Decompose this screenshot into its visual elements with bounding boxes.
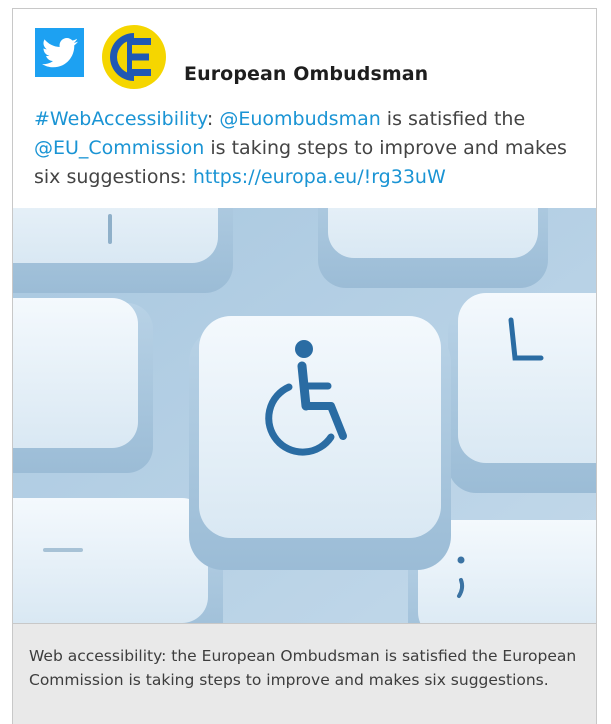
tweet-text-part1: is satisfied the [380,108,526,130]
caption-text: Web accessibility: the European Ombudsma… [29,647,577,689]
keyboard-key-l [448,293,596,493]
account-name[interactable]: European Ombudsman [184,63,428,85]
tweet-text: #WebAccessibility: @Euombudsman is satis… [34,105,584,192]
keyboard-key-accessibility [189,316,451,570]
european-ombudsman-logo[interactable] [101,24,167,90]
hashtag-link[interactable]: #WebAccessibility [34,108,207,130]
link-preview-caption[interactable]: Web accessibility: the European Ombudsma… [13,623,596,724]
mention-euombudsman-link[interactable]: @Euombudsman [219,108,380,130]
tweet-header: European Ombudsman #WebAccessibility: @E… [13,9,596,209]
tweet-card: European Ombudsman #WebAccessibility: @E… [12,8,597,724]
twitter-bird-icon[interactable] [35,28,84,77]
tweet-text-colon: : [206,108,214,130]
mention-eu-commission-link[interactable]: @EU_Commission [34,137,204,159]
keyboard-key [13,298,153,473]
tweet-image[interactable] [13,208,596,623]
tweet-url-link[interactable]: https://europa.eu/!rg33uW [193,166,446,188]
keyboard-key [13,208,233,293]
keyboard-key [318,208,548,288]
